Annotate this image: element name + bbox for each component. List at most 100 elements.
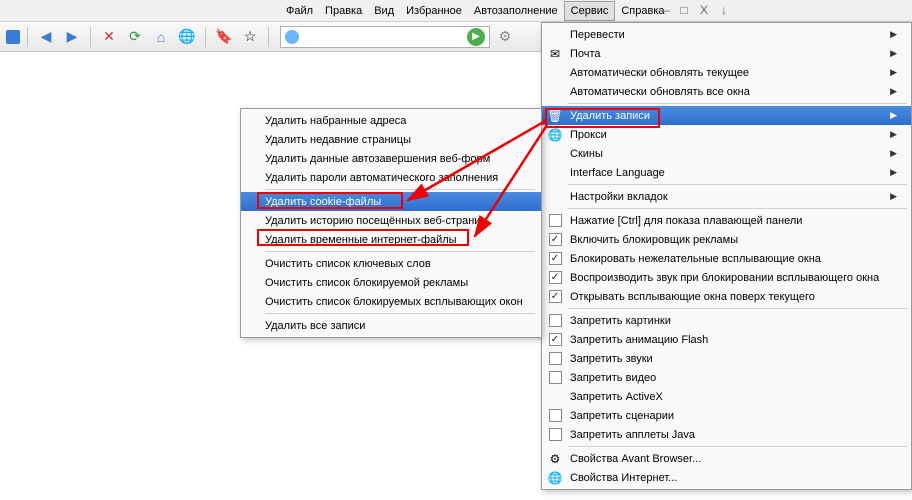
submenu-item-label: Удалить данные автозавершения веб-форм [265, 153, 490, 165]
delete-submenu-item[interactable]: Очистить список блокируемых всплывающих … [241, 292, 541, 311]
tag-button[interactable]: 🔖 [213, 26, 235, 48]
menu-icon: 🗑 [544, 109, 566, 123]
menu-item-label: Автоматически обновлять все окна [566, 86, 890, 98]
checkbox-icon [549, 314, 562, 327]
submenu-item-label: Очистить список блокируемых всплывающих … [265, 296, 523, 308]
service-menu-item[interactable]: 🗑Удалить записи▶ [542, 106, 911, 125]
stop-button[interactable]: ✕ [98, 26, 120, 48]
service-menu-item[interactable]: Запретить ActiveX [542, 387, 911, 406]
address-input[interactable] [303, 31, 463, 43]
extra-button[interactable]: ⚙ [494, 26, 516, 48]
menu-item-label: Прокси [566, 129, 890, 141]
minimize-button[interactable]: — [656, 3, 672, 17]
service-menu-item[interactable]: ⚙Свойства Avant Browser... [542, 449, 911, 468]
menu-item-label: Interface Language [566, 167, 890, 179]
service-menu-item[interactable]: Запретить видео [542, 368, 911, 387]
delete-submenu-item[interactable]: Очистить список ключевых слов [241, 254, 541, 273]
menu-item-label: Свойства Avant Browser... [566, 453, 897, 465]
close-button[interactable]: X [696, 3, 712, 17]
service-menu-item[interactable]: Запретить звуки [542, 349, 911, 368]
menu-item-label: Почта [566, 48, 890, 60]
service-menu-item[interactable]: Запретить сценарии [542, 406, 911, 425]
menu-item-label: Нажатие [Ctrl] для показа плавающей пане… [566, 215, 897, 227]
menu-favorites[interactable]: Избранное [400, 2, 468, 20]
service-menu-item[interactable]: Запретить картинки [542, 311, 911, 330]
submenu-item-label: Удалить историю посещённых веб-страниц [265, 215, 487, 227]
service-menu-item[interactable]: Interface Language▶ [542, 163, 911, 182]
star-button[interactable]: ☆ [239, 26, 261, 48]
delete-records-submenu[interactable]: Удалить набранные адресаУдалить недавние… [240, 108, 542, 338]
address-bar[interactable]: ▶ [280, 26, 490, 48]
checkbox-icon [549, 352, 562, 365]
service-menu-item[interactable]: ✓ Включить блокировщик рекламы [542, 230, 911, 249]
menu-item-label: Включить блокировщик рекламы [566, 234, 897, 246]
app-icon [6, 30, 20, 44]
checkbox-icon: ✓ [549, 271, 562, 284]
service-menu-item[interactable]: Перевести▶ [542, 25, 911, 44]
menu-autofill[interactable]: Автозаполнение [468, 2, 564, 20]
menu-service[interactable]: Сервис [564, 1, 616, 21]
checkbox-icon: ✓ [549, 252, 562, 265]
service-menu-item[interactable]: Запретить апплеты Java [542, 425, 911, 444]
submenu-item-label: Удалить временные интернет-файлы [265, 234, 457, 246]
menu-edit[interactable]: Правка [319, 2, 368, 20]
menu-item-label: Свойства Интернет... [566, 472, 897, 484]
delete-submenu-item[interactable]: Удалить cookie-файлы [241, 192, 541, 211]
chevron-right-icon: ▶ [890, 191, 897, 202]
maximize-button[interactable]: □ [676, 3, 692, 17]
checkbox-icon: ✓ [549, 333, 562, 346]
forward-button[interactable]: ▶ [61, 26, 83, 48]
menubar: Файл Правка Вид Избранное Автозаполнение… [0, 0, 912, 22]
service-menu-item[interactable]: ✓Воспроизводить звук при блокировании вс… [542, 268, 911, 287]
menu-item-label: Перевести [566, 29, 890, 41]
checkbox-icon [549, 214, 562, 227]
menu-view[interactable]: Вид [368, 2, 400, 20]
service-menu-item[interactable]: ✓ Запретить анимацию Flash [542, 330, 911, 349]
delete-submenu-item[interactable]: Удалить данные автозавершения веб-форм [241, 149, 541, 168]
chevron-right-icon: ▶ [890, 48, 897, 59]
service-menu-item[interactable]: ✓ Блокировать нежелательные всплывающие о… [542, 249, 911, 268]
globe-button[interactable]: 🌐 [176, 26, 198, 48]
refresh-button[interactable]: ⟳ [124, 26, 146, 48]
service-menu-item[interactable]: Нажатие [Ctrl] для показа плавающей пане… [542, 211, 911, 230]
menu-item-label: Запретить анимацию Flash [566, 334, 897, 346]
checkbox-icon [549, 409, 562, 422]
delete-submenu-item[interactable]: Очистить список блокируемой рекламы [241, 273, 541, 292]
menu-icon: 🌐 [544, 128, 566, 142]
service-menu-item[interactable]: ✉Почта▶ [542, 44, 911, 63]
service-menu-item[interactable]: 🌐Прокси▶ [542, 125, 911, 144]
menu-file[interactable]: Файл [280, 2, 319, 20]
home-button[interactable]: ⌂ [150, 26, 172, 48]
chevron-right-icon: ▶ [890, 148, 897, 159]
chevron-right-icon: ▶ [890, 86, 897, 97]
delete-submenu-item[interactable]: Удалить временные интернет-файлы [241, 230, 541, 249]
menu-item-label: Запретить звуки [566, 353, 897, 365]
addr-favicon [285, 30, 299, 44]
delete-submenu-item[interactable]: Удалить набранные адреса [241, 111, 541, 130]
delete-submenu-item[interactable]: Удалить пароли автоматического заполнени… [241, 168, 541, 187]
menu-item-label: Открывать всплывающие окна поверх текуще… [566, 291, 897, 303]
service-menu-item[interactable]: Настройки вкладок▶ [542, 187, 911, 206]
delete-submenu-item[interactable]: Удалить все записи [241, 316, 541, 335]
submenu-item-label: Очистить список ключевых слов [265, 258, 431, 270]
service-menu-item[interactable]: Скины▶ [542, 144, 911, 163]
menu-item-label: Блокировать нежелательные всплывающие ок… [566, 253, 897, 265]
service-menu-dropdown[interactable]: Перевести▶✉Почта▶Автоматически обновлять… [541, 22, 912, 490]
submenu-item-label: Удалить пароли автоматического заполнени… [265, 172, 498, 184]
menu-item-label: Запретить картинки [566, 315, 897, 327]
checkbox-icon: ✓ [549, 233, 562, 246]
service-menu-item[interactable]: Автоматически обновлять текущее▶ [542, 63, 911, 82]
service-menu-item[interactable]: Автоматически обновлять все окна▶ [542, 82, 911, 101]
go-button[interactable]: ▶ [467, 28, 485, 46]
delete-submenu-item[interactable]: Удалить недавние страницы [241, 130, 541, 149]
service-menu-item[interactable]: ✓Открывать всплывающие окна поверх текущ… [542, 287, 911, 306]
checkbox-icon [549, 428, 562, 441]
chevron-right-icon: ▶ [890, 110, 897, 121]
chevron-right-icon: ▶ [890, 167, 897, 178]
delete-submenu-item[interactable]: Удалить историю посещённых веб-страниц [241, 211, 541, 230]
service-menu-item[interactable]: 🌐Свойства Интернет... [542, 468, 911, 487]
menu-icon: 🌐 [544, 471, 566, 485]
back-button[interactable]: ◀ [35, 26, 57, 48]
dropdown-button[interactable]: ↓ [716, 3, 732, 17]
checkbox-icon [549, 371, 562, 384]
